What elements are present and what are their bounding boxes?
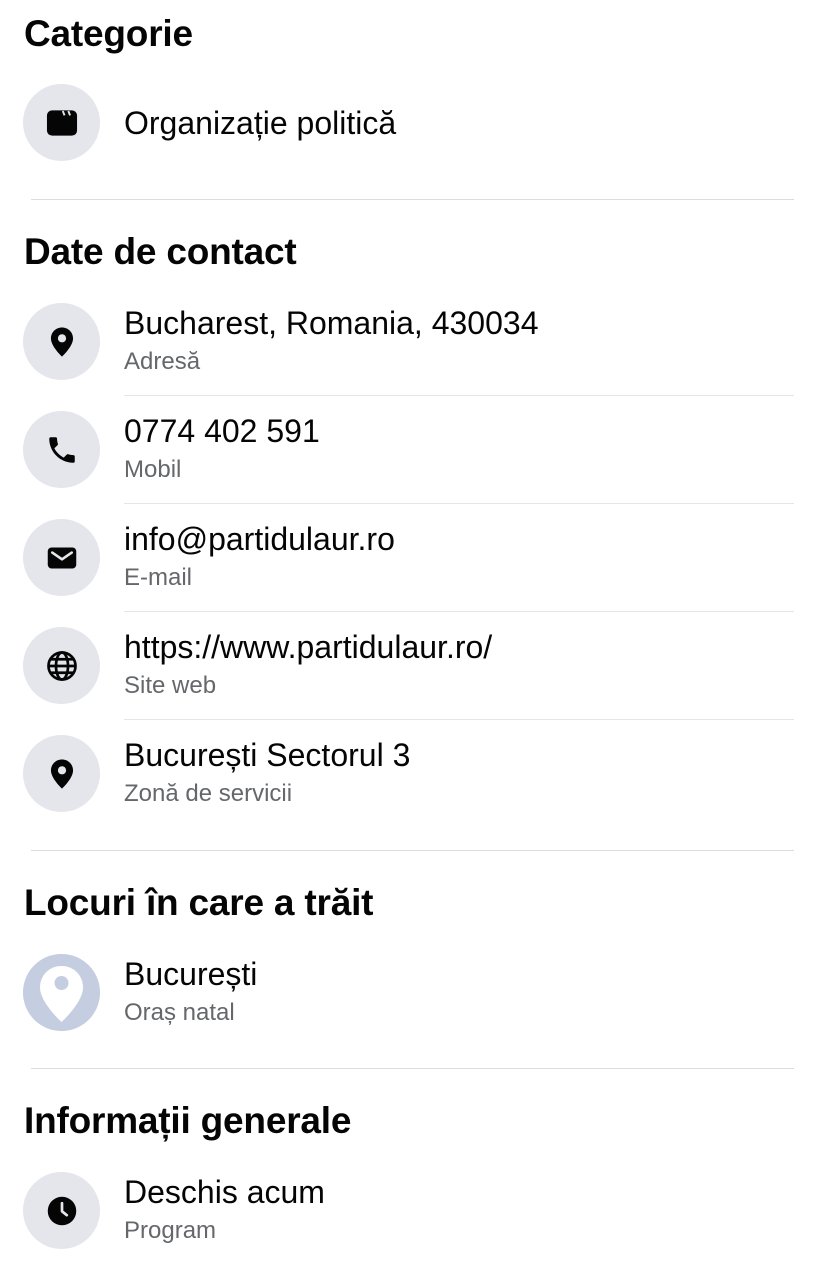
section-title-category: Categorie bbox=[24, 13, 193, 54]
section-divider bbox=[31, 199, 794, 200]
general-label: Program bbox=[124, 1217, 217, 1244]
contact-row-address[interactable]: Bucharest, Romania, 430034 Adresă bbox=[0, 287, 824, 395]
section-divider bbox=[31, 1068, 794, 1069]
places-row-hometown[interactable]: București Oraș natal bbox=[0, 938, 824, 1046]
contact-value: https://www.partidulaur.ro/ bbox=[124, 629, 493, 665]
envelope-icon bbox=[23, 519, 100, 596]
contact-label: Adresă bbox=[124, 348, 201, 375]
category-row[interactable]: Organizație politică bbox=[0, 68, 824, 176]
contact-row-email[interactable]: info@partidulaur.ro E-mail bbox=[0, 503, 824, 611]
clock-icon bbox=[23, 1172, 100, 1249]
contact-label: Mobil bbox=[124, 456, 182, 483]
contact-value: Bucharest, Romania, 430034 bbox=[124, 305, 539, 341]
category-icon bbox=[23, 84, 100, 161]
location-pin-icon bbox=[23, 735, 100, 812]
section-title-contact: Date de contact bbox=[24, 231, 297, 272]
general-row-hours[interactable]: Deschis acum Program bbox=[0, 1156, 824, 1264]
contact-value: info@partidulaur.ro bbox=[124, 521, 395, 557]
general-value: Deschis acum bbox=[124, 1174, 325, 1210]
section-divider bbox=[31, 850, 794, 851]
contact-row-service-area[interactable]: București Sectorul 3 Zonă de servicii bbox=[0, 719, 824, 827]
contact-label: Site web bbox=[124, 672, 217, 699]
contact-label: E-mail bbox=[124, 564, 193, 591]
contact-value: București Sectorul 3 bbox=[124, 737, 411, 773]
contact-row-website[interactable]: https://www.partidulaur.ro/ Site web bbox=[0, 611, 824, 719]
category-value: Organizație politică bbox=[124, 105, 397, 141]
section-title-places: Locuri în care a trăit bbox=[24, 882, 374, 923]
contact-label: Zonă de servicii bbox=[124, 780, 293, 807]
place-label: Oraș natal bbox=[124, 999, 235, 1026]
place-thumbnail-icon bbox=[23, 954, 100, 1031]
phone-icon bbox=[23, 411, 100, 488]
location-pin-icon bbox=[23, 303, 100, 380]
place-value: București bbox=[124, 956, 258, 992]
section-title-general: Informații generale bbox=[24, 1100, 352, 1141]
contact-row-phone[interactable]: 0774 402 591 Mobil bbox=[0, 395, 824, 503]
globe-icon bbox=[23, 627, 100, 704]
contact-value: 0774 402 591 bbox=[124, 413, 320, 449]
